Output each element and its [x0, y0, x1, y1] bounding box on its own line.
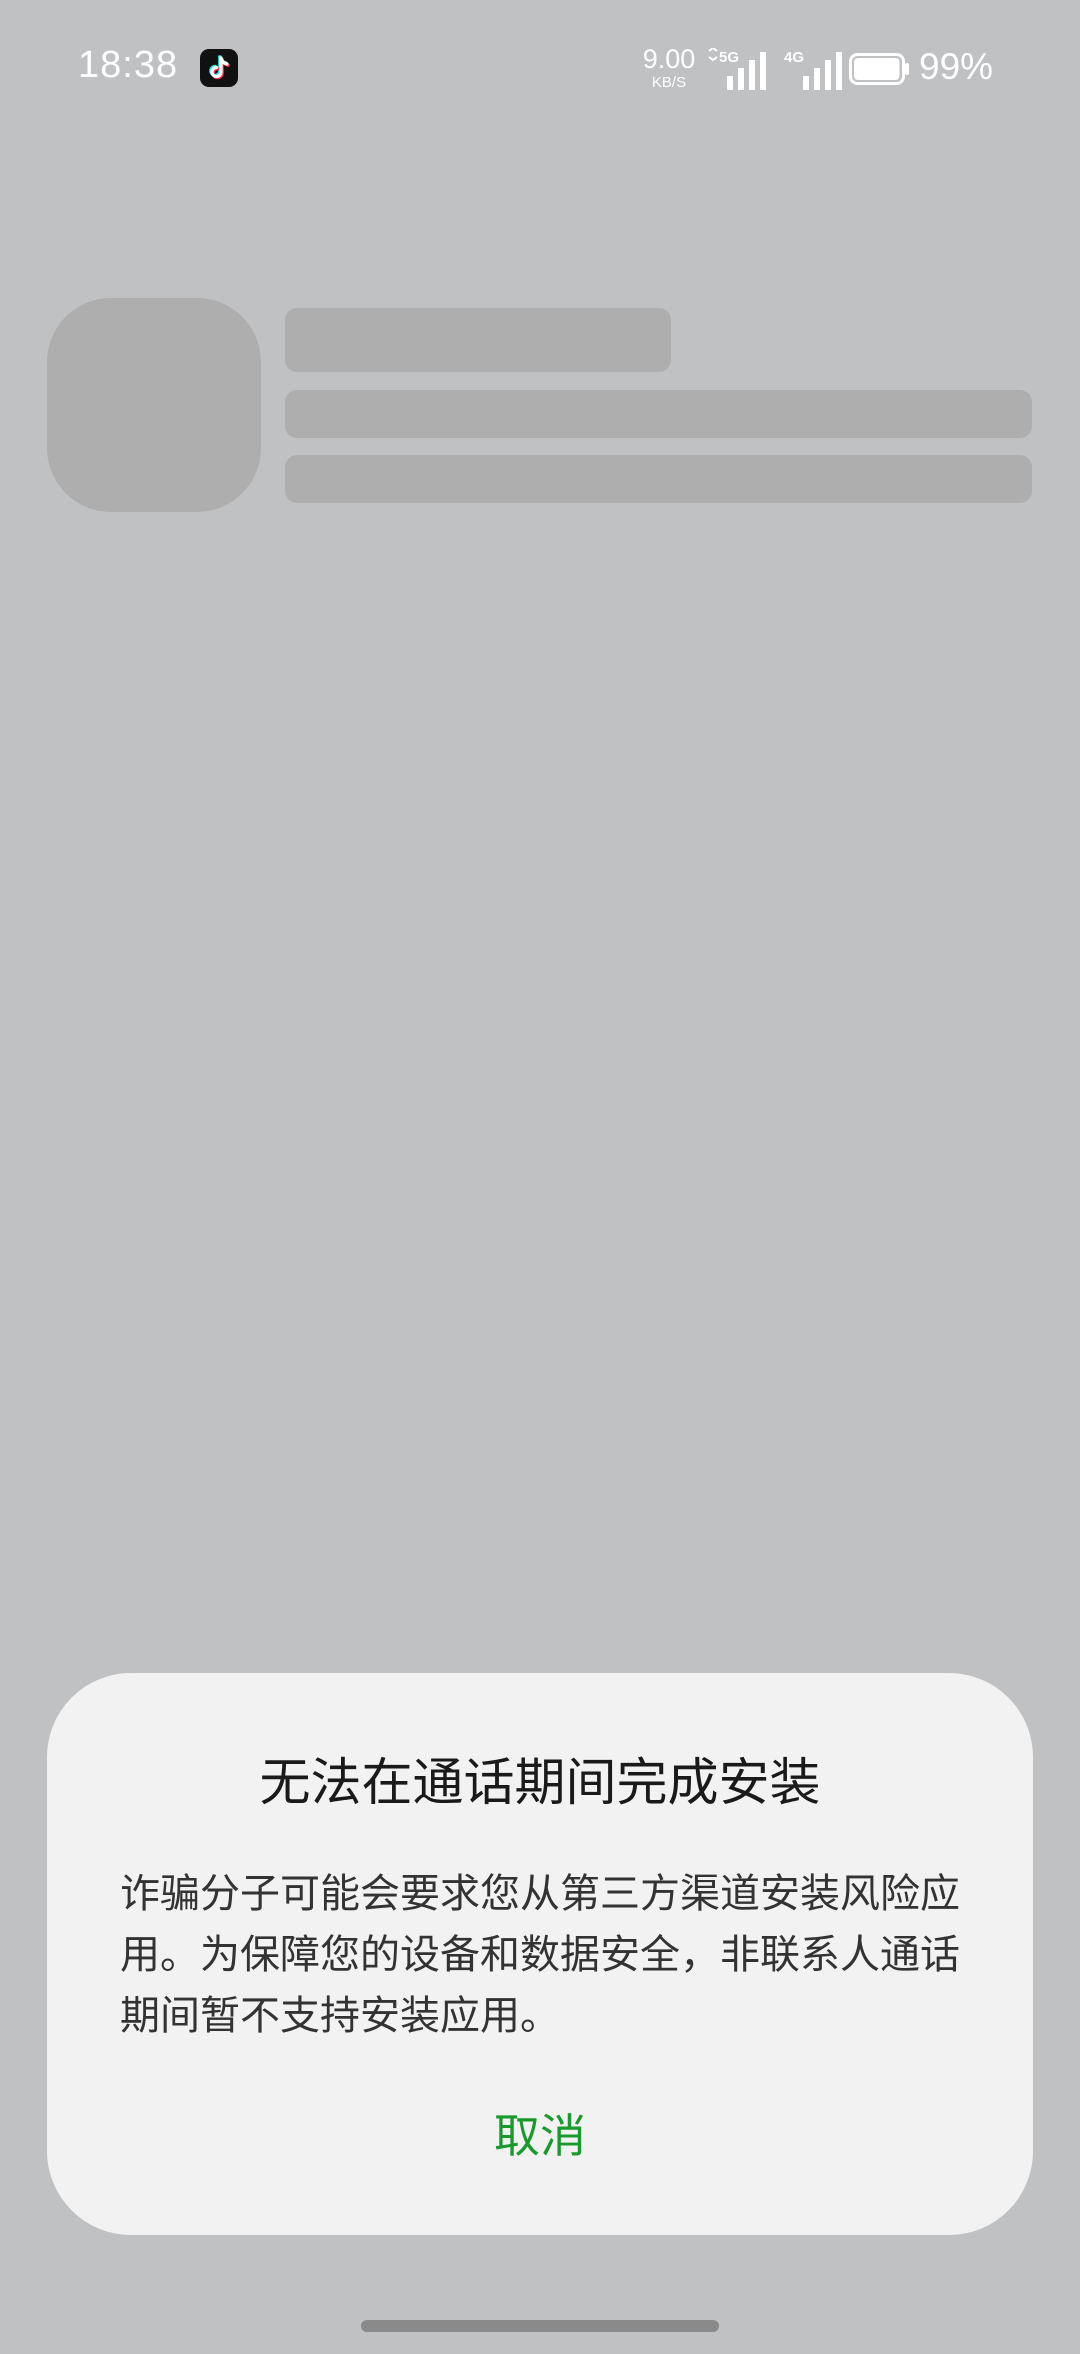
dialog-message: 诈骗分子可能会要求您从第三方渠道安装风险应用。为保障您的设备和数据安全，非联系人… — [120, 1871, 960, 2039]
status-time: 18:38 — [78, 44, 179, 86]
install-blocked-dialog: 无法在通话期间完成安装 诈骗分子可能会要求您从第三方渠道安装风险应用。为保障您的… — [47, 1673, 1033, 2235]
network-speed-value: 9.00 — [642, 44, 696, 74]
network-speed-unit: KB/S — [651, 74, 687, 91]
dialog-title: 无法在通话期间完成安装 — [259, 1754, 821, 1813]
cancel-button[interactable]: 取消 — [390, 2091, 690, 2181]
skeleton-app-icon — [47, 298, 261, 512]
tiktok-icon — [200, 49, 238, 87]
signal-4g-icon: 4G — [782, 48, 848, 90]
status-bar: 18:38 9.00 KB/S 5G 4G 99% — [0, 0, 1080, 140]
battery-percentage: 99% — [919, 46, 994, 87]
home-indicator[interactable] — [361, 2320, 719, 2332]
skeleton-title-line — [285, 308, 671, 372]
skeleton-text-line — [285, 455, 1032, 503]
signal-5g-label: 5G — [719, 49, 739, 66]
skeleton-text-line — [285, 390, 1032, 438]
signal-4g-label: 4G — [784, 49, 804, 66]
signal-5g-icon: 5G — [706, 46, 772, 90]
network-speed: 9.00 KB/S — [634, 44, 704, 91]
battery-icon — [849, 53, 911, 85]
